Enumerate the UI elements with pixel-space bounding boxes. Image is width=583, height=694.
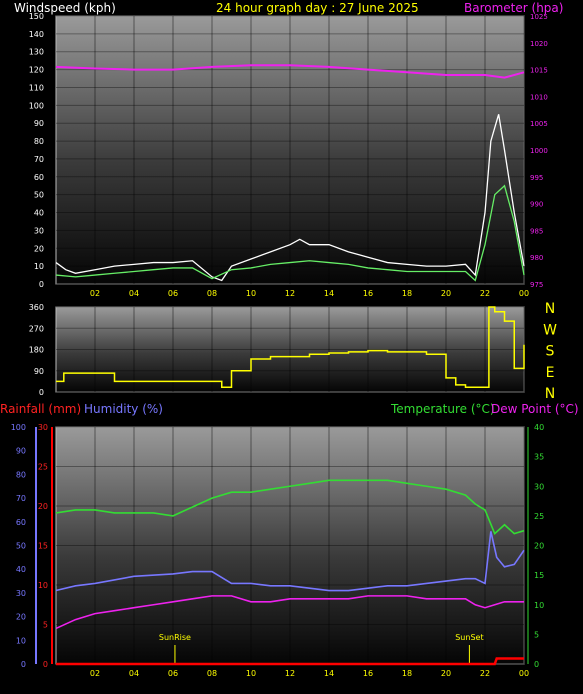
baro-y-tick-label: 995 — [530, 174, 543, 182]
temperature-y-tick-label: 20 — [534, 542, 544, 551]
wind-y-tick-label: 50 — [34, 191, 44, 200]
baro-y-tick-label: 985 — [530, 227, 543, 235]
panel-1-x-tick-label: 14 — [324, 289, 334, 298]
temperature-y-tick-label: 25 — [534, 512, 544, 521]
compass-point-label: N — [545, 301, 555, 317]
panel-1-x-tick-label: 06 — [168, 289, 178, 298]
baro-y-tick-label: 990 — [530, 201, 543, 209]
baro-y-tick-label: 975 — [530, 281, 543, 289]
wind-y-tick-label: 70 — [34, 155, 44, 164]
compass-point-label: S — [546, 344, 555, 360]
wind-y-tick-label: 40 — [34, 209, 44, 218]
humidity-y-tick-label: 70 — [16, 494, 26, 503]
panel-3-x-tick-label: 10 — [246, 669, 256, 678]
panel-1-x-tick-label: 04 — [129, 289, 139, 298]
temperature-y-tick-label: 5 — [534, 630, 539, 639]
panel-3-x-tick-label: 22 — [480, 669, 490, 678]
wind-y-tick-label: 20 — [34, 244, 44, 253]
wind-y-tick-label: 10 — [34, 262, 44, 271]
rain-y-tick-label: 20 — [38, 502, 48, 511]
baro-y-tick-label: 1015 — [530, 67, 548, 75]
panel-3-x-tick-label: 00 — [519, 669, 529, 678]
wind-y-tick-label: 110 — [29, 83, 44, 92]
temperature-y-tick-label: 15 — [534, 571, 544, 580]
wind-y-tick-label: 100 — [29, 101, 44, 110]
rain-y-tick-label: 0 — [43, 660, 48, 669]
humidity-y-tick-label: 100 — [11, 423, 26, 432]
rain-y-tick-label: 5 — [43, 621, 48, 630]
panel-3-x-tick-label: 12 — [285, 669, 295, 678]
humidity-y-tick-label: 90 — [16, 447, 26, 456]
humidity-y-tick-label: 30 — [16, 589, 26, 598]
temperature-y-tick-label: 30 — [534, 482, 544, 491]
panel-1-x-tick-label: 00 — [519, 289, 529, 298]
compass-point-label: W — [543, 322, 557, 338]
panel-3-x-tick-label: 04 — [129, 669, 139, 678]
panel-3-x-tick-label: 18 — [402, 669, 412, 678]
direction-y-tick-label: 270 — [29, 324, 44, 333]
direction-y-tick-label: 180 — [29, 346, 44, 355]
panel-1-x-tick-label: 08 — [207, 289, 217, 298]
wind-y-tick-label: 140 — [29, 30, 44, 39]
humidity-y-tick-label: 10 — [16, 636, 26, 645]
direction-y-tick-label: 360 — [29, 303, 44, 312]
wind-y-tick-label: 80 — [34, 137, 44, 146]
panel-1-x-tick-label: 10 — [246, 289, 256, 298]
panel-1-x-tick-label: 16 — [363, 289, 373, 298]
wind-y-tick-label: 130 — [29, 48, 44, 57]
humidity-y-tick-label: 50 — [16, 542, 26, 551]
humidity-y-tick-label: 60 — [16, 518, 26, 527]
sun-event-label: SunSet — [455, 633, 483, 642]
panel-3-x-tick-label: 02 — [90, 669, 100, 678]
sun-event-label: SunRise — [159, 633, 191, 642]
compass-point-label: E — [546, 365, 555, 381]
panel-1-x-tick-label: 12 — [285, 289, 295, 298]
panel-3-x-tick-label: 16 — [363, 669, 373, 678]
wind-y-tick-label: 60 — [34, 173, 44, 182]
wind-y-tick-label: 0 — [39, 280, 44, 289]
temperature-y-tick-label: 10 — [534, 601, 544, 610]
wind-y-tick-label: 30 — [34, 226, 44, 235]
panel-3-x-tick-label: 08 — [207, 669, 217, 678]
baro-y-tick-label: 1010 — [530, 93, 548, 101]
chart-svg: 02 04 06 08 10 12 14 16 18 20 22 0002 04 06 08 10 12 14 16… — [11, 12, 557, 678]
direction-y-tick-label: 0 — [39, 388, 44, 397]
humidity-y-tick-label: 20 — [16, 613, 26, 622]
temperature-y-tick-label: 0 — [534, 660, 539, 669]
panel-3-x-tick-label: 20 — [441, 669, 451, 678]
baro-y-tick-label: 1025 — [530, 13, 548, 21]
wind-y-tick-label: 150 — [29, 12, 44, 21]
baro-y-tick-label: 1000 — [530, 147, 548, 155]
temperature-y-tick-label: 35 — [534, 453, 544, 462]
panel-1-x-tick-label: 22 — [480, 289, 490, 298]
panel-1-x-tick-label: 02 — [90, 289, 100, 298]
weather-graph-page: Windspeed (kph) 24 hour graph day : 27 J… — [0, 0, 583, 694]
temperature-y-tick-label: 40 — [534, 423, 544, 432]
panel-1-x-tick-label: 20 — [441, 289, 451, 298]
direction-y-tick-label: 90 — [34, 367, 44, 376]
compass-point-label: N — [545, 386, 555, 402]
humidity-y-tick-label: 40 — [16, 565, 26, 574]
rain-y-tick-label: 15 — [38, 542, 48, 551]
rain-y-tick-label: 25 — [38, 463, 48, 472]
baro-y-tick-label: 1005 — [530, 120, 548, 128]
baro-y-tick-label: 980 — [530, 254, 543, 262]
humidity-y-tick-label: 80 — [16, 470, 26, 479]
baro-y-tick-label: 1020 — [530, 40, 548, 48]
panel-3-x-tick-label: 06 — [168, 669, 178, 678]
panel-3-x-tick-label: 14 — [324, 669, 334, 678]
wind-y-tick-label: 120 — [29, 66, 44, 75]
panel-1-x-tick-label: 18 — [402, 289, 412, 298]
rain-y-tick-label: 30 — [38, 423, 48, 432]
humidity-y-tick-label: 0 — [21, 660, 26, 669]
rain-y-tick-label: 10 — [38, 581, 48, 590]
wind-y-tick-label: 90 — [34, 119, 44, 128]
